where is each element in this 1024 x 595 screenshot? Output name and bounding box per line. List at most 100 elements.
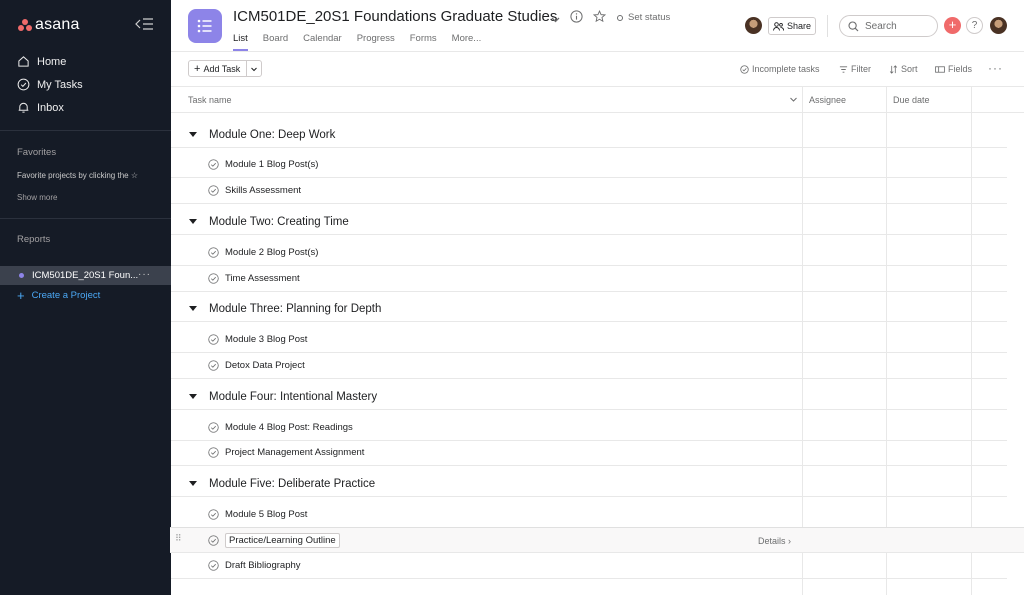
add-task-dropdown[interactable] <box>247 61 261 76</box>
show-more-link[interactable]: Show more <box>17 193 57 202</box>
add-task-button[interactable]: + Add Task <box>188 60 263 77</box>
task-name[interactable]: Detox Data Project <box>225 360 305 371</box>
project-list-icon[interactable] <box>188 9 222 43</box>
tab-board[interactable]: Board <box>263 33 288 51</box>
user-avatar[interactable] <box>990 17 1007 34</box>
complete-check-icon[interactable] <box>208 159 219 170</box>
section-header: Module Two: Creating Time <box>171 209 1007 235</box>
tab-forms[interactable]: Forms <box>410 33 437 51</box>
incomplete-tasks-label: Incomplete tasks <box>752 64 820 74</box>
task-row[interactable]: Module 1 Blog Post(s) <box>171 152 1007 178</box>
collapse-triangle-icon[interactable] <box>189 219 197 224</box>
collapse-triangle-icon[interactable] <box>189 132 197 137</box>
check-circle-icon <box>17 78 30 91</box>
task-name[interactable]: Module 5 Blog Post <box>225 509 307 520</box>
section-header: Module Four: Intentional Mastery <box>171 384 1007 410</box>
section-title[interactable]: Module Two: Creating Time <box>209 216 349 228</box>
task-row[interactable]: Time Assessment <box>171 266 1007 292</box>
set-status-button[interactable]: Set status <box>617 12 670 23</box>
task-row[interactable]: Module 3 Blog Post <box>171 327 1007 353</box>
complete-check-icon[interactable] <box>208 560 219 571</box>
share-button[interactable]: Share <box>768 17 816 35</box>
fields-button[interactable]: Fields <box>935 64 972 74</box>
fields-icon <box>935 65 945 73</box>
header-divider <box>171 51 1024 52</box>
search-input[interactable]: Search <box>839 15 938 37</box>
sidebar-item-project[interactable]: ICM501DE_20S1 Foun... ··· <box>0 266 171 285</box>
collapse-sidebar-icon[interactable] <box>135 15 155 33</box>
section-header: Module Three: Planning for Depth <box>171 296 1007 322</box>
more-icon[interactable]: ··· <box>138 269 151 280</box>
chevron-down-icon[interactable] <box>550 12 561 30</box>
task-name[interactable]: Draft Bibliography <box>225 560 301 571</box>
add-task-main[interactable]: + Add Task <box>189 61 248 76</box>
task-row[interactable]: Module 5 Blog Post <box>171 502 1007 528</box>
task-name[interactable]: Module 2 Blog Post(s) <box>225 247 318 258</box>
quick-add-button[interactable]: + <box>944 17 961 34</box>
sidebar-item-inbox[interactable]: Inbox <box>17 101 64 114</box>
complete-check-icon[interactable] <box>208 247 219 258</box>
task-row[interactable]: Module 2 Blog Post(s) <box>171 240 1007 266</box>
search-placeholder: Search <box>865 20 897 32</box>
task-name[interactable]: Time Assessment <box>225 273 300 284</box>
column-task-name[interactable]: Task name <box>188 87 232 112</box>
task-row[interactable]: Draft Bibliography <box>171 553 1007 579</box>
collapse-triangle-icon[interactable] <box>189 481 197 486</box>
task-row[interactable]: Project Management Assignment <box>171 440 1007 466</box>
complete-check-icon[interactable] <box>208 360 219 371</box>
collapse-triangle-icon[interactable] <box>189 306 197 311</box>
help-button[interactable]: ? <box>966 17 983 34</box>
reports-title[interactable]: Reports <box>17 234 50 245</box>
sidebar-item-home[interactable]: Home <box>17 55 66 68</box>
section-title[interactable]: Module One: Deep Work <box>209 129 335 141</box>
complete-check-icon[interactable] <box>208 334 219 345</box>
home-icon <box>18 56 29 67</box>
filter-button[interactable]: Filter <box>839 64 871 74</box>
incomplete-tasks-filter[interactable]: Incomplete tasks <box>740 64 820 74</box>
drag-handle-icon[interactable]: ⠿ <box>175 534 183 543</box>
chevron-down-icon[interactable] <box>789 87 798 112</box>
complete-check-icon[interactable] <box>208 509 219 520</box>
page-title: ICM501DE_20S1 Foundations Graduate Studi… <box>233 8 558 25</box>
info-icon[interactable] <box>570 10 583 28</box>
sort-button[interactable]: Sort <box>889 64 918 74</box>
tab-progress[interactable]: Progress <box>357 33 395 51</box>
task-name[interactable]: Module 4 Blog Post: Readings <box>225 422 353 433</box>
task-row-hovered[interactable]: ⠿ Practice/Learning Outline Details › <box>170 527 1024 553</box>
create-project-button[interactable]: + Create a Project <box>17 289 101 302</box>
task-name-editor[interactable]: Practice/Learning Outline <box>225 533 340 548</box>
search-icon <box>848 20 859 31</box>
task-name[interactable]: Project Management Assignment <box>225 447 364 458</box>
section-title[interactable]: Module Three: Planning for Depth <box>209 303 381 315</box>
column-due-date[interactable]: Due date <box>893 87 930 112</box>
task-row[interactable]: Module 4 Blog Post: Readings <box>171 415 1007 441</box>
complete-check-icon[interactable] <box>208 447 219 458</box>
complete-check-icon[interactable] <box>208 273 219 284</box>
collapse-triangle-icon[interactable] <box>189 394 197 399</box>
tab-list[interactable]: List <box>233 33 248 51</box>
task-row[interactable]: Skills Assessment <box>171 178 1007 204</box>
more-icon[interactable]: ··· <box>988 61 1003 75</box>
column-assignee[interactable]: Assignee <box>809 87 846 112</box>
section-title[interactable]: Module Five: Deliberate Practice <box>209 478 375 490</box>
tab-calendar[interactable]: Calendar <box>303 33 342 51</box>
sort-label: Sort <box>901 64 918 74</box>
section-title[interactable]: Module Four: Intentional Mastery <box>209 391 377 403</box>
sidebar-item-my-tasks[interactable]: My Tasks <box>17 78 83 91</box>
task-name[interactable]: Module 3 Blog Post <box>225 334 307 345</box>
star-icon[interactable] <box>592 9 607 28</box>
task-row[interactable]: Detox Data Project <box>171 353 1007 379</box>
tab-more[interactable]: More... <box>452 33 482 51</box>
task-name[interactable]: Skills Assessment <box>225 185 301 196</box>
complete-check-icon[interactable] <box>208 422 219 433</box>
column-header-row: Task name Assignee Due date <box>171 86 1024 113</box>
check-circle-icon <box>740 64 749 74</box>
complete-check-icon[interactable] <box>208 185 219 196</box>
complete-check-icon[interactable] <box>208 535 219 546</box>
details-button[interactable]: Details › <box>758 536 791 546</box>
asana-logo[interactable]: asana <box>18 16 80 34</box>
task-name[interactable]: Module 1 Blog Post(s) <box>225 159 318 170</box>
create-project-label: Create a Project <box>31 290 101 301</box>
logo-text: asana <box>35 16 80 33</box>
member-avatar[interactable] <box>745 17 762 34</box>
